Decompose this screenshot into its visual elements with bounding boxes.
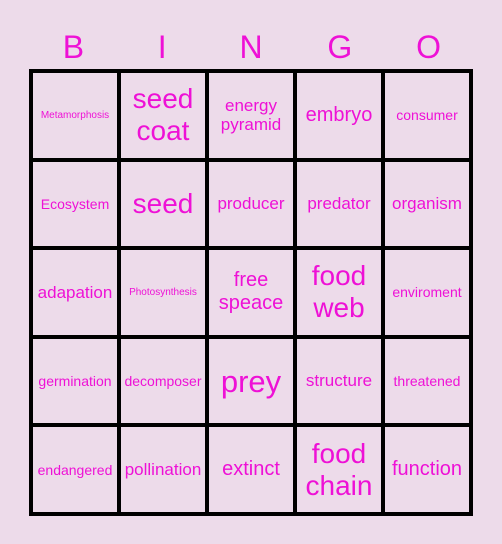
header-letter-b: B	[62, 29, 85, 65]
bingo-cell[interactable]: seed	[121, 161, 205, 247]
header-letter-o: O	[416, 29, 442, 65]
header-letter-i: I	[157, 29, 167, 65]
bingo-cell[interactable]: decomposer	[121, 338, 205, 424]
bingo-cell[interactable]: seed coat	[121, 73, 205, 158]
bingo-cell[interactable]: energy pyramid	[209, 73, 293, 158]
bingo-cell[interactable]: germination	[33, 338, 117, 424]
bingo-cell[interactable]: embryo	[297, 73, 381, 158]
bingo-cell[interactable]: consumer	[385, 73, 469, 158]
bingo-cell[interactable]: extinct	[209, 427, 293, 512]
bingo-cell[interactable]: function	[385, 427, 469, 512]
bingo-cell[interactable]: food web	[297, 250, 381, 335]
bingo-cell[interactable]: structure	[297, 338, 381, 424]
bingo-cell[interactable]: organism	[385, 161, 469, 247]
header-letter-n: N	[239, 29, 263, 65]
bingo-cell[interactable]: Photosynthesis	[121, 250, 205, 335]
bingo-cell[interactable]: predator	[297, 161, 381, 247]
bingo-cell[interactable]: producer	[209, 161, 293, 247]
bingo-cell[interactable]: free speace	[209, 250, 293, 335]
bingo-header: B I N G O	[29, 28, 473, 66]
bingo-cell[interactable]: adapation	[33, 250, 117, 335]
bingo-cell[interactable]: prey	[209, 338, 293, 424]
header-letter-g: G	[327, 29, 353, 65]
bingo-cell[interactable]: Metamorphosis	[33, 73, 117, 158]
bingo-cell[interactable]: threatened	[385, 338, 469, 424]
bingo-cell[interactable]: endangered	[33, 427, 117, 512]
bingo-cell[interactable]: pollination	[121, 427, 205, 512]
bingo-cell[interactable]: food chain	[297, 427, 381, 512]
bingo-grid: Metamorphosis seed coat energy pyramid e…	[29, 69, 473, 516]
bingo-cell[interactable]: enviroment	[385, 250, 469, 335]
bingo-cell[interactable]: Ecosystem	[33, 161, 117, 247]
